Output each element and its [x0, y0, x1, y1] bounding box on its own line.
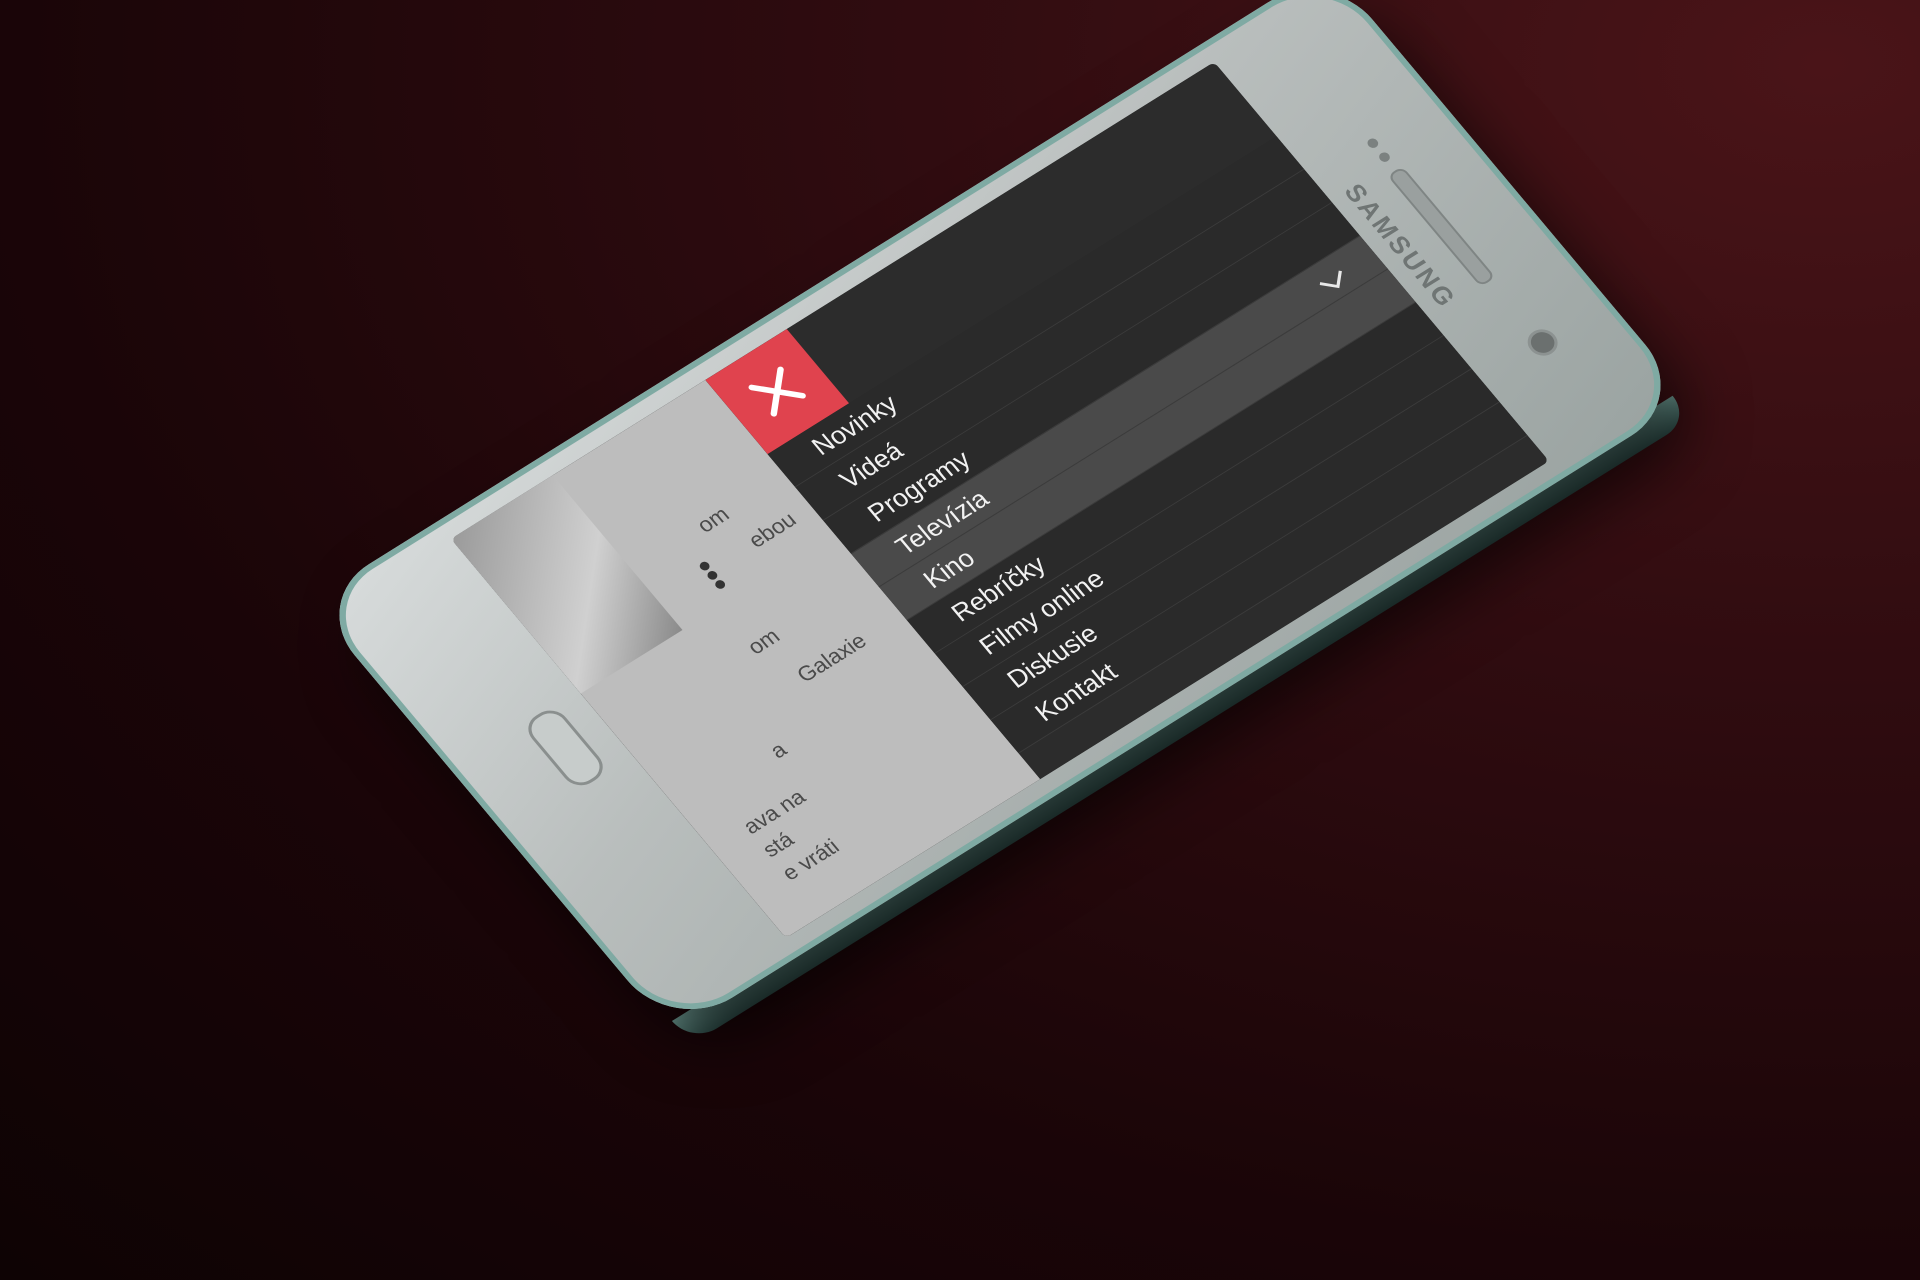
- bg-text: a: [764, 737, 792, 763]
- bg-text: om: [742, 623, 785, 660]
- close-icon: [748, 366, 806, 417]
- more-vertical-icon[interactable]: •••: [684, 552, 739, 600]
- bg-text: Galaxie: [791, 628, 872, 688]
- bg-text: ebou: [743, 507, 802, 553]
- scene: ••• om ebou om Galaxie a ava na stá e vr…: [0, 0, 1920, 1280]
- bg-text: om: [691, 501, 735, 538]
- phone: ••• om ebou om Galaxie a ava na stá e vr…: [309, 0, 1693, 1045]
